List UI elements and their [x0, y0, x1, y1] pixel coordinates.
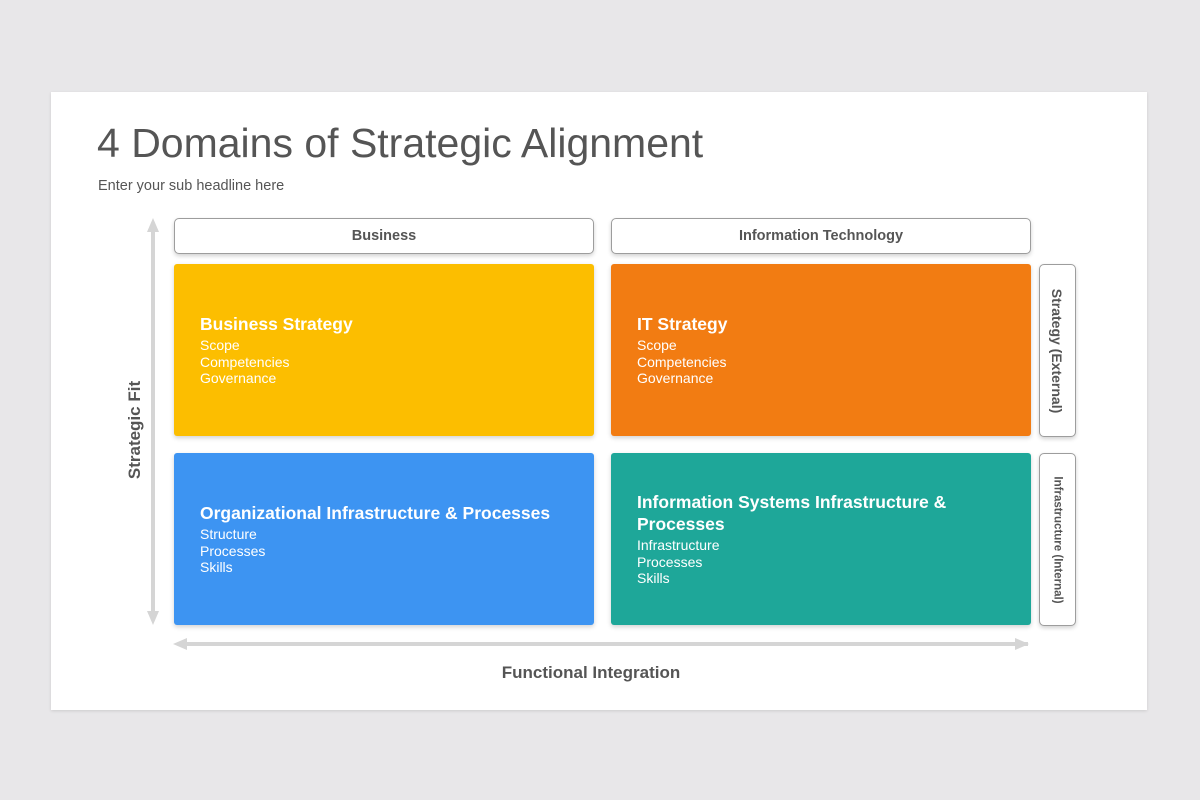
domain-item: Competencies: [200, 353, 290, 370]
domain-title: IT Strategy: [637, 314, 728, 335]
domain-item: Governance: [200, 370, 277, 387]
domain-item: Competencies: [637, 353, 727, 370]
domain-box-it-strategy: IT Strategy Scope Competencies Governanc…: [611, 264, 1031, 436]
row-header-strategy-label: Strategy (External): [1049, 288, 1066, 413]
domain-item: Governance: [637, 370, 714, 387]
row-header-strategy: Strategy (External): [1039, 264, 1076, 437]
domain-item: Processes: [200, 542, 266, 559]
domain-item: Skills: [200, 559, 233, 576]
domain-title: Information Systems Infrastructure & Pro…: [637, 492, 947, 535]
domain-box-business-strategy: Business Strategy Scope Competencies Gov…: [174, 264, 594, 436]
domain-item: Scope: [200, 337, 240, 354]
slide: 4 Domains of Strategic Alignment Enter y…: [51, 92, 1147, 710]
domain-box-information-systems-infrastructure: Information Systems Infrastructure & Pro…: [611, 453, 1031, 625]
x-axis-label: Functional Integration: [501, 663, 681, 682]
domain-item: Scope: [637, 337, 677, 354]
horizontal-axis-arrow: [173, 638, 1029, 650]
domain-item: Structure: [200, 526, 257, 543]
domain-title: Business Strategy: [200, 314, 353, 335]
y-axis-label: Strategic Fit: [125, 380, 144, 480]
domain-title: Organizational Infrastructure & Processe…: [200, 503, 551, 524]
row-header-infrastructure: Infrastructure (Internal): [1039, 453, 1076, 626]
column-header-business: Business: [174, 218, 594, 254]
vertical-axis-arrow: [147, 218, 159, 625]
domain-item: Processes: [637, 553, 703, 570]
domain-item: Infrastructure: [637, 537, 720, 554]
domain-box-organizational-infrastructure: Organizational Infrastructure & Processe…: [174, 453, 594, 625]
row-header-infrastructure-label: Infrastructure (Internal): [1051, 475, 1064, 604]
column-header-it: Information Technology: [611, 218, 1031, 254]
domain-item: Skills: [637, 570, 670, 587]
